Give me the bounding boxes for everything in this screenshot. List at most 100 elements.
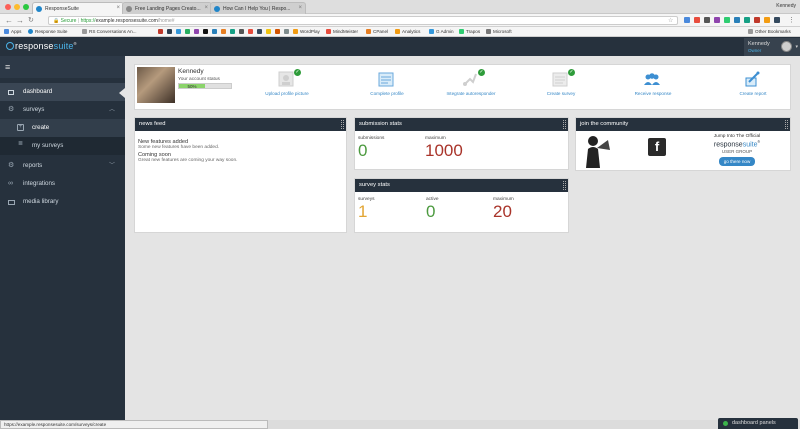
- step-create-report[interactable]: Create report: [723, 67, 783, 109]
- bookmark-apps[interactable]: Apps: [4, 29, 21, 34]
- extension-icon[interactable]: [684, 17, 690, 23]
- close-tab-icon[interactable]: ×: [298, 5, 302, 11]
- step-complete-profile[interactable]: Complete profile: [357, 67, 417, 109]
- step-label: Upload profile picture: [265, 91, 309, 96]
- bookmark-wordplay[interactable]: WordPlay: [293, 29, 320, 34]
- extension-icon[interactable]: [694, 17, 700, 23]
- bookmark-icon[interactable]: [167, 29, 172, 34]
- browser-profile-name[interactable]: Kennedy: [776, 3, 796, 9]
- extension-icon[interactable]: [754, 17, 760, 23]
- bookmark-icon[interactable]: [212, 29, 217, 34]
- bookmark-icon[interactable]: [185, 29, 190, 34]
- sidebar-item-integrations[interactable]: ∞ integrations: [0, 175, 125, 193]
- bookmark-icon[interactable]: [275, 29, 280, 34]
- bookmark-icon[interactable]: [221, 29, 226, 34]
- step-upload-profile-picture[interactable]: ✓ Upload profile picture: [257, 67, 317, 109]
- user-name: Kennedy: [748, 41, 770, 47]
- facebook-icon[interactable]: f: [648, 138, 666, 156]
- bookmark-rs-conversations[interactable]: RS Conversations An...: [82, 29, 137, 34]
- sidebar-item-label: media library: [23, 198, 59, 205]
- minimize-window-button[interactable]: [14, 4, 20, 10]
- step-label: Integrate autoresponder: [446, 91, 496, 96]
- extension-icon[interactable]: [764, 17, 770, 23]
- step-create-survey[interactable]: ✓ Create survey: [531, 67, 591, 109]
- community-logo: responsesuite®: [713, 140, 761, 149]
- drag-handle-icon[interactable]: [785, 120, 788, 129]
- responsesuite-favicon-icon: [214, 6, 220, 12]
- chevron-down-icon: ▾: [795, 44, 798, 50]
- reports-gear-icon: ⚙: [8, 162, 15, 169]
- step-label: Create report: [739, 91, 767, 96]
- dashboard-icon: [8, 90, 14, 95]
- responsesuite-logo[interactable]: responsesuite®: [6, 41, 77, 51]
- bookmark-icon[interactable]: [248, 29, 253, 34]
- sidebar-toggle[interactable]: ≡: [0, 56, 125, 78]
- sidebar-item-my-surveys[interactable]: ≣ my surveys: [0, 137, 125, 155]
- step-label: Complete profile: [370, 91, 404, 96]
- close-window-button[interactable]: [5, 4, 11, 10]
- sidebar-item-reports[interactable]: ⚙ reports ﹀: [0, 157, 125, 175]
- user-menu[interactable]: Kennedy Owner ▾: [744, 38, 800, 56]
- extension-icon[interactable]: [704, 17, 710, 23]
- drag-handle-icon[interactable]: [563, 120, 566, 129]
- sidebar-item-media-library[interactable]: media library: [0, 193, 125, 211]
- logo-swirl-icon: [6, 42, 14, 50]
- link-icon: ∞: [8, 180, 13, 187]
- close-tab-icon[interactable]: ×: [204, 5, 208, 11]
- maximize-window-button[interactable]: [23, 4, 29, 10]
- bookmark-cpanel[interactable]: CPanel: [366, 29, 388, 34]
- sidebar-item-dashboard[interactable]: dashboard: [0, 83, 125, 101]
- back-arrow-icon[interactable]: ←: [5, 16, 13, 25]
- bookmark-mindmeister[interactable]: MindMeister: [326, 29, 358, 34]
- sidebar-item-surveys[interactable]: ⚙ surveys ︿: [0, 101, 125, 119]
- main-content: Kennedy Your account status 50% ✓ Upload…: [125, 56, 800, 420]
- survey-stats-panel: survey stats surveys 1 active 0 maximum …: [354, 178, 569, 233]
- bookmark-icon[interactable]: [257, 29, 262, 34]
- bookmark-response-suite[interactable]: Response Suite: [28, 29, 67, 34]
- extension-icon[interactable]: [724, 17, 730, 23]
- close-tab-icon[interactable]: ×: [116, 5, 120, 11]
- browser-tab-help[interactable]: How Can I Help You | Respo... ×: [210, 2, 306, 14]
- bookmark-icon[interactable]: [284, 29, 289, 34]
- bookmark-icon[interactable]: [266, 29, 271, 34]
- bookmark-icon[interactable]: [239, 29, 244, 34]
- sidebar-item-label: reports: [23, 162, 43, 169]
- extension-icon[interactable]: [774, 17, 780, 23]
- extension-icon[interactable]: [744, 17, 750, 23]
- sidebar-item-label: integrations: [23, 180, 55, 187]
- step-receive-response[interactable]: Receive response: [623, 67, 683, 109]
- drag-handle-icon[interactable]: [563, 181, 566, 190]
- bookmark-icon[interactable]: [203, 29, 208, 34]
- url-input[interactable]: 🔒 Secure | https://example.responsesuite…: [48, 16, 678, 25]
- bookmark-trapos[interactable]: Trapos: [459, 29, 480, 34]
- bookmark-g-admin[interactable]: G Admin: [429, 29, 454, 34]
- profile-photo[interactable]: [137, 67, 175, 103]
- panel-header: survey stats: [355, 179, 568, 192]
- reload-icon[interactable]: ↻: [28, 16, 34, 25]
- bookmark-icon[interactable]: [194, 29, 199, 34]
- browser-tab-landing-pages[interactable]: Free Landing Pages Creato... ×: [122, 2, 212, 14]
- bookmark-star-icon[interactable]: ☆: [668, 17, 673, 26]
- extension-icon[interactable]: [714, 17, 720, 23]
- sidebar: ≡ dashboard ⚙ surveys ︿ + create ≣ my su…: [0, 56, 125, 429]
- browser-menu-icon[interactable]: ⋮: [788, 16, 795, 25]
- bookmark-microsoft[interactable]: Microsoft: [486, 29, 512, 34]
- dashboard-panels-button[interactable]: dashboard panels: [718, 418, 798, 429]
- bookmark-icon[interactable]: [158, 29, 163, 34]
- browser-tab-responsesuite[interactable]: ResponseSuite ×: [32, 2, 124, 14]
- bookmark-icon[interactable]: [176, 29, 181, 34]
- list-item: Coming soon Great new features are comin…: [138, 152, 238, 163]
- go-there-now-button[interactable]: go there now: [718, 157, 756, 167]
- url-path: /home#: [157, 18, 175, 24]
- sidebar-item-label: create: [32, 124, 50, 131]
- sidebar-item-create[interactable]: + create: [0, 119, 125, 137]
- sidebar-item-label: surveys: [23, 106, 45, 113]
- step-integrate-autoresponder[interactable]: ✓ Integrate autoresponder: [441, 67, 501, 109]
- drag-handle-icon[interactable]: [341, 120, 344, 129]
- forward-arrow-icon[interactable]: →: [16, 16, 24, 25]
- bookmark-other[interactable]: Other Bookmarks: [748, 29, 791, 34]
- extension-icon[interactable]: [734, 17, 740, 23]
- bookmark-icon[interactable]: [230, 29, 235, 34]
- community-cta: Jump Into The Official responsesuite® US…: [692, 134, 782, 167]
- bookmark-analytics[interactable]: Analytics: [395, 29, 420, 34]
